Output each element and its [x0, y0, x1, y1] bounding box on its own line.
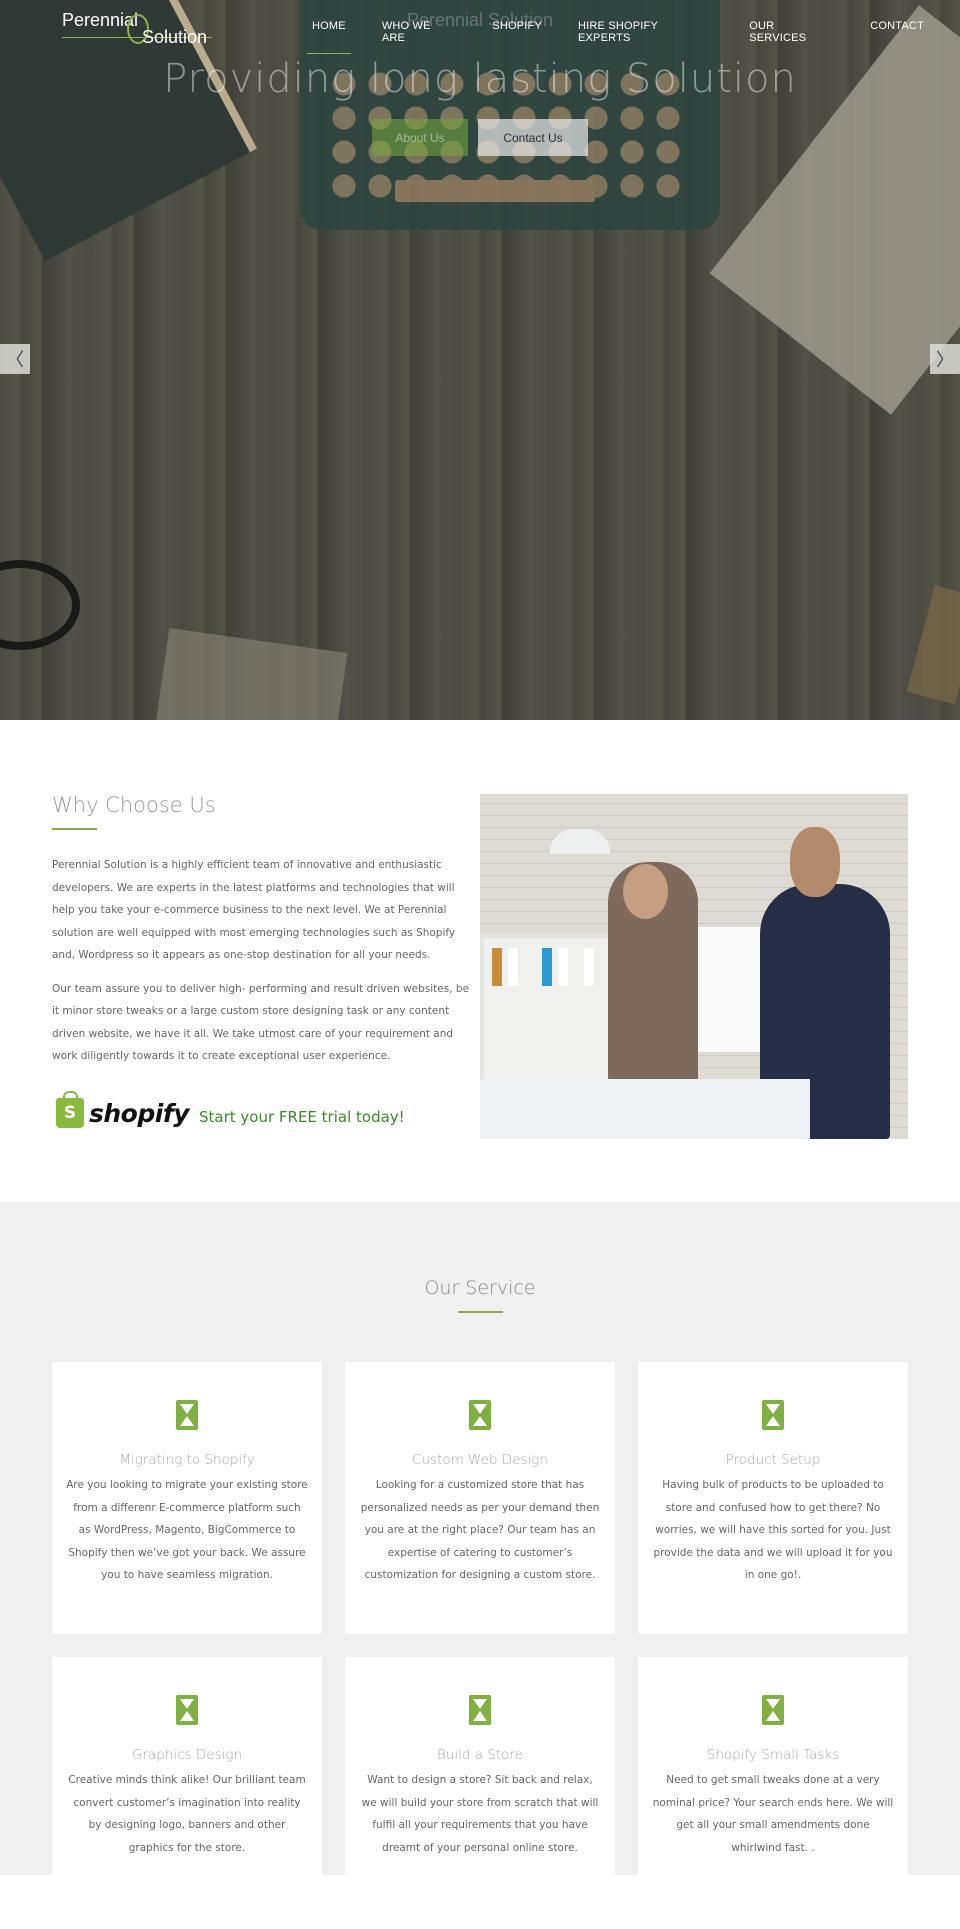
- about-us-button[interactable]: About Us: [372, 119, 468, 156]
- why-choose-us-content: Why Choose Us Perennial Solution is a hi…: [52, 793, 472, 1128]
- navbar: Perennial Solution HOME WHO WE ARE SHOPI…: [0, 0, 960, 60]
- hourglass-icon: [176, 1400, 198, 1430]
- hourglass-icon: [469, 1695, 491, 1725]
- hourglass-icon: [176, 1695, 198, 1725]
- hourglass-icon: [762, 1695, 784, 1725]
- service-card-desc: Creative minds think alike! Our brillian…: [68, 1774, 306, 1854]
- chevron-right-icon: 〉: [936, 350, 954, 370]
- nav-contact[interactable]: CONTACT: [870, 20, 924, 54]
- shopify-wordmark: shopify: [89, 1098, 190, 1128]
- hero-bg-paper: [152, 628, 348, 720]
- service-card-desc: Having bulk of products to be uploaded t…: [653, 1479, 893, 1581]
- service-card-title: Custom Web Design: [412, 1452, 548, 1468]
- our-service-title: Our Service: [424, 1277, 536, 1299]
- why-paragraph-1: Perennial Solution is a highly efficient…: [52, 859, 456, 961]
- service-card-desc: Want to design a store? Sit back and rel…: [361, 1774, 599, 1854]
- service-card-desc: Need to get small tweaks done at a very …: [652, 1774, 894, 1854]
- our-service-section: Our Service Migrating to Shopify Are you…: [0, 1202, 960, 1929]
- shopify-trial-text: Start your FREE trial today!: [199, 1107, 405, 1126]
- logo-text-solution: Solution: [142, 27, 208, 47]
- why-choose-us-title: Why Choose Us: [52, 793, 216, 817]
- nav-shopify[interactable]: SHOPIFY: [492, 20, 542, 54]
- service-card-title: Shopify Small Tasks: [706, 1747, 840, 1763]
- service-grid: Migrating to Shopify Are you looking to …: [52, 1362, 908, 1929]
- service-card-title: Product Setup: [725, 1452, 821, 1468]
- service-card-graphics-design: Graphics Design Creative minds think ali…: [52, 1657, 322, 1929]
- service-card-desc: Looking for a customized store that has …: [360, 1479, 600, 1581]
- service-card-build-a-store: Build a Store Want to design a store? Si…: [345, 1657, 615, 1929]
- slider-next-button[interactable]: 〉: [930, 344, 960, 374]
- slider-prev-button[interactable]: 〈: [0, 344, 30, 374]
- contact-us-button[interactable]: Contact Us: [478, 119, 588, 156]
- service-card-product-setup: Product Setup Having bulk of products to…: [638, 1362, 908, 1634]
- hero-title: Providing long lasting Solution: [163, 56, 797, 102]
- handshake-image: [480, 794, 908, 1139]
- service-card-migrating: Migrating to Shopify Are you looking to …: [52, 1362, 322, 1634]
- service-card-desc: Are you looking to migrate your existing…: [66, 1479, 308, 1581]
- shopify-bag-icon: S: [56, 1090, 84, 1128]
- why-paragraph-2: Our team assure you to deliver high- per…: [52, 982, 470, 1063]
- hero-slider: Perennial Solution Perennial Solution HO…: [0, 0, 960, 720]
- hero-bg-glasses: [0, 560, 80, 650]
- hourglass-icon: [469, 1400, 491, 1430]
- title-underline: [457, 1311, 503, 1313]
- nav-who-we-are[interactable]: WHO WE ARE: [382, 20, 456, 54]
- nav-home[interactable]: HOME: [307, 20, 351, 54]
- shopify-free-trial-link[interactable]: S shopify Start your FREE trial today!: [52, 1090, 472, 1128]
- service-card-title: Build a Store: [436, 1747, 523, 1763]
- hourglass-icon: [762, 1400, 784, 1430]
- nav-our-services[interactable]: OUR SERVICES: [749, 20, 834, 54]
- service-card-custom-web-design: Custom Web Design Looking for a customiz…: [345, 1362, 615, 1634]
- why-choose-us-section: Why Choose Us Perennial Solution is a hi…: [0, 720, 960, 1202]
- logo[interactable]: Perennial Solution: [62, 10, 218, 50]
- hero-bg-object: [906, 585, 960, 705]
- nav-hire-shopify-experts[interactable]: HIRE SHOPIFY EXPERTS: [578, 20, 713, 54]
- service-card-title: Migrating to Shopify: [119, 1452, 255, 1468]
- chevron-left-icon: 〈: [6, 350, 24, 370]
- main-nav: HOME WHO WE ARE SHOPIFY HIRE SHOPIFY EXP…: [307, 20, 960, 54]
- title-underline: [52, 828, 97, 830]
- hero-buttons: About Us Contact Us: [372, 119, 588, 156]
- service-card-shopify-small-tasks: Shopify Small Tasks Need to get small tw…: [638, 1657, 908, 1929]
- service-card-title: Graphics Design: [131, 1747, 243, 1763]
